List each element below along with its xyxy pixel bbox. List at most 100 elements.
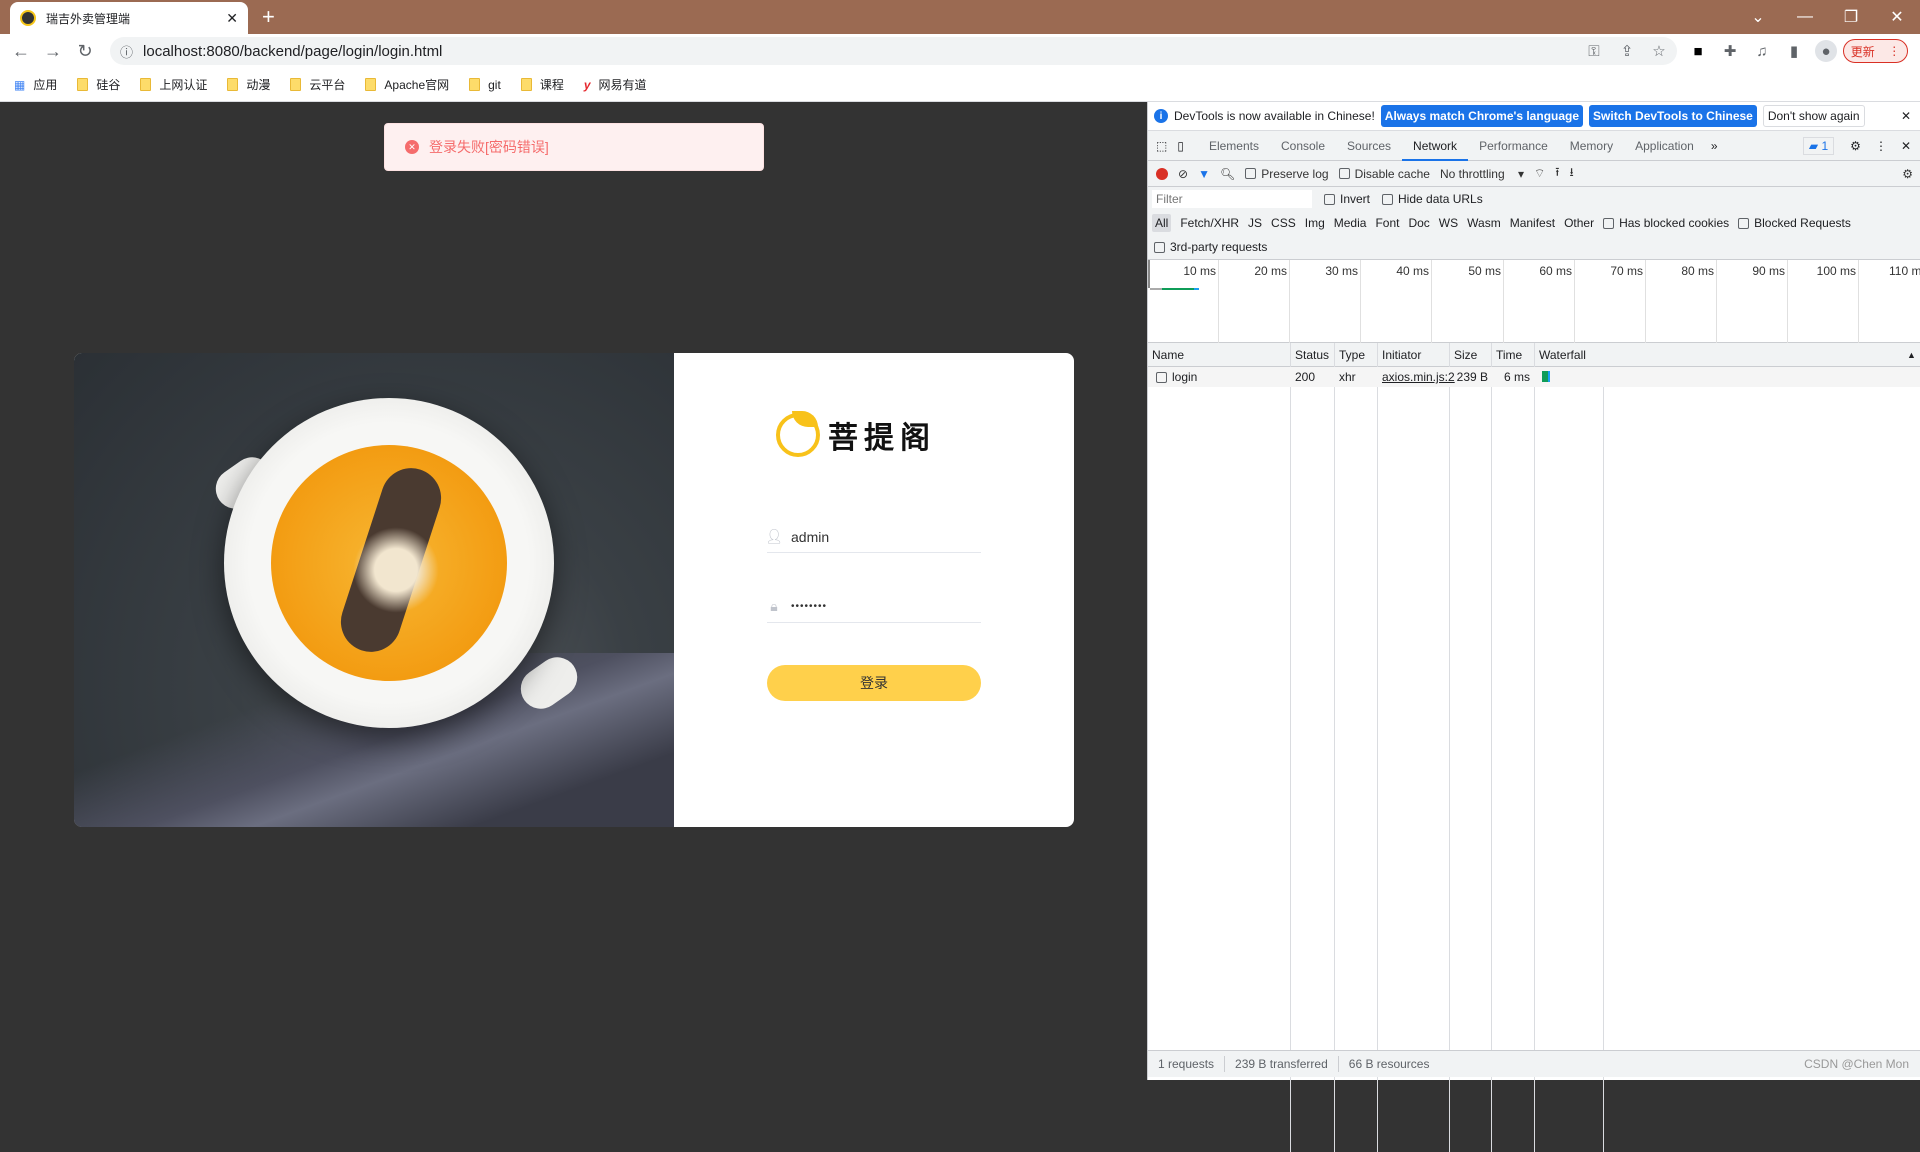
type-fetch-xhr[interactable]: Fetch/XHR	[1180, 216, 1239, 230]
back-button[interactable]: ←	[8, 38, 34, 64]
type-manifest[interactable]: Manifest	[1510, 216, 1555, 230]
import-har-icon[interactable]: ⭱	[1555, 163, 1559, 184]
request-name-cell[interactable]: login	[1152, 367, 1197, 387]
bookmark-folder[interactable]: 动漫	[227, 76, 270, 93]
filter-input[interactable]	[1152, 190, 1312, 208]
clear-icon[interactable]: ⊘	[1178, 167, 1188, 181]
extension-tampermonkey-icon[interactable]: ■	[1687, 40, 1709, 62]
column-name[interactable]: Name	[1148, 343, 1184, 367]
star-icon[interactable]: ☆	[1648, 40, 1670, 62]
new-tab-button[interactable]: +	[262, 4, 275, 30]
bookmark-folder[interactable]: 云平台	[290, 76, 345, 93]
forward-button[interactable]: →	[40, 38, 66, 64]
close-devtools-icon[interactable]: ✕	[1901, 139, 1911, 153]
timeline-overview[interactable]: 10 ms 20 ms 30 ms 40 ms 50 ms 60 ms 70 m…	[1148, 260, 1920, 343]
more-tabs-icon[interactable]: »	[1705, 139, 1724, 153]
hide-data-urls-checkbox[interactable]: Hide data URLs	[1382, 192, 1483, 206]
type-css[interactable]: CSS	[1271, 216, 1296, 230]
blocked-requests-checkbox[interactable]: Blocked Requests	[1738, 216, 1851, 230]
bookmark-folder[interactable]: git	[469, 78, 501, 92]
invert-checkbox[interactable]: Invert	[1324, 192, 1370, 206]
password-field[interactable]: 🔒︎ ••••••••	[767, 591, 981, 623]
login-button[interactable]: 登录	[767, 665, 981, 701]
close-tab-icon[interactable]: ✕	[226, 10, 238, 27]
tab-search-icon[interactable]: ⌄	[1735, 0, 1781, 34]
type-doc[interactable]: Doc	[1408, 216, 1429, 230]
record-icon[interactable]	[1156, 167, 1168, 180]
tab-console[interactable]: Console	[1270, 131, 1336, 161]
issues-badge[interactable]: ▰ 1	[1802, 136, 1835, 155]
device-toolbar-icon[interactable]: ▯	[1177, 139, 1184, 153]
column-type[interactable]: Type	[1335, 343, 1365, 367]
type-img[interactable]: Img	[1305, 216, 1325, 230]
update-button[interactable]: 更新 ⋮	[1843, 39, 1908, 63]
export-har-icon[interactable]: ⭳	[1569, 163, 1573, 184]
tab-network[interactable]: Network	[1402, 131, 1469, 161]
type-font[interactable]: Font	[1375, 216, 1399, 230]
site-info-icon[interactable]: ⓘ	[120, 42, 133, 61]
timeline-tick: 40 ms	[1361, 260, 1432, 343]
column-initiator[interactable]: Initiator	[1378, 343, 1421, 367]
profile-avatar[interactable]: ●	[1815, 40, 1837, 62]
sort-ascending-icon[interactable]: ▲	[1903, 343, 1916, 367]
bookmark-apps[interactable]: ▦ 应用	[14, 76, 57, 93]
time-cell: 6 ms	[1503, 370, 1530, 384]
switch-chinese-button[interactable]: Switch DevTools to Chinese	[1589, 105, 1757, 127]
restore-button[interactable]: ❐	[1828, 0, 1874, 34]
disable-cache-checkbox[interactable]: Disable cache	[1338, 167, 1430, 181]
key-icon[interactable]: ⚿	[1583, 40, 1605, 62]
bookmark-youdao[interactable]: y 网易有道	[584, 76, 647, 93]
type-wasm[interactable]: Wasm	[1467, 216, 1501, 230]
type-js[interactable]: JS	[1248, 216, 1262, 230]
reload-button[interactable]: ↻	[72, 38, 98, 64]
extensions-icon[interactable]: ✚	[1719, 40, 1741, 62]
minimize-button[interactable]: —	[1782, 0, 1828, 34]
browser-tab[interactable]: 瑞吉外卖管理端 ✕	[10, 2, 248, 34]
settings-icon[interactable]: ⚙	[1850, 139, 1861, 153]
filter-icon[interactable]: ▼	[1198, 167, 1210, 181]
search-icon[interactable]: 🔍︎	[1220, 167, 1235, 181]
bookmark-label: 硅谷	[96, 78, 121, 92]
toast-message: 登录失败[密码错误]	[429, 139, 549, 155]
bookmark-folder[interactable]: 课程	[520, 76, 564, 93]
media-icon[interactable]: ♫	[1751, 40, 1773, 62]
tab-application[interactable]: Application	[1624, 131, 1705, 161]
tab-performance[interactable]: Performance	[1468, 131, 1559, 161]
tab-elements[interactable]: Elements	[1198, 131, 1270, 161]
tab-sources[interactable]: Sources	[1336, 131, 1402, 161]
close-infobar-icon[interactable]: ✕	[1901, 109, 1911, 123]
folder-icon	[520, 78, 532, 91]
column-time[interactable]: Time	[1492, 343, 1522, 367]
preserve-log-checkbox[interactable]: Preserve log	[1245, 167, 1329, 181]
type-all[interactable]: All	[1152, 214, 1172, 232]
has-blocked-cookies-checkbox[interactable]: Has blocked cookies	[1603, 216, 1729, 230]
address-bar[interactable]: ⓘ localhost:8080/backend/page/login/logi…	[110, 37, 1677, 65]
column-status[interactable]: Status	[1291, 343, 1329, 367]
bookmark-folder[interactable]: 上网认证	[140, 76, 207, 93]
column-size[interactable]: Size	[1450, 343, 1477, 367]
throttling-select[interactable]: No throttling ▾	[1440, 167, 1524, 181]
type-ws[interactable]: WS	[1439, 216, 1458, 230]
close-window-button[interactable]: ✕	[1874, 0, 1920, 34]
third-party-checkbox[interactable]: 3rd-party requests	[1154, 240, 1267, 254]
menu-icon[interactable]: ⋮	[1888, 44, 1900, 58]
initiator-link[interactable]: axios.min.js:2	[1378, 367, 1455, 387]
username-field[interactable]: 👤︎ admin	[765, 521, 981, 553]
side-panel-icon[interactable]: ▮	[1783, 40, 1805, 62]
network-conditions-icon[interactable]: ⌔	[1534, 166, 1545, 181]
inspect-element-icon[interactable]: ⬚	[1156, 139, 1167, 153]
request-name: login	[1172, 370, 1198, 384]
column-waterfall[interactable]: Waterfall	[1535, 343, 1586, 367]
share-icon[interactable]: ⇪	[1616, 40, 1638, 62]
more-options-icon[interactable]: ⋮	[1875, 139, 1887, 153]
match-language-button[interactable]: Always match Chrome's language	[1380, 105, 1584, 127]
network-settings-icon[interactable]: ⚙	[1902, 167, 1913, 181]
bookmark-folder[interactable]: 硅谷	[77, 76, 120, 93]
tab-memory[interactable]: Memory	[1559, 131, 1624, 161]
dont-show-again-button[interactable]: Don't show again	[1762, 105, 1865, 127]
bookmark-label: 动漫	[246, 78, 271, 92]
bookmark-folder[interactable]: Apache官网	[365, 76, 449, 93]
table-row[interactable]: login 200 xhr axios.min.js:2 239 B 6 ms	[1148, 367, 1920, 387]
type-other[interactable]: Other	[1564, 216, 1594, 230]
type-media[interactable]: Media	[1334, 216, 1367, 230]
